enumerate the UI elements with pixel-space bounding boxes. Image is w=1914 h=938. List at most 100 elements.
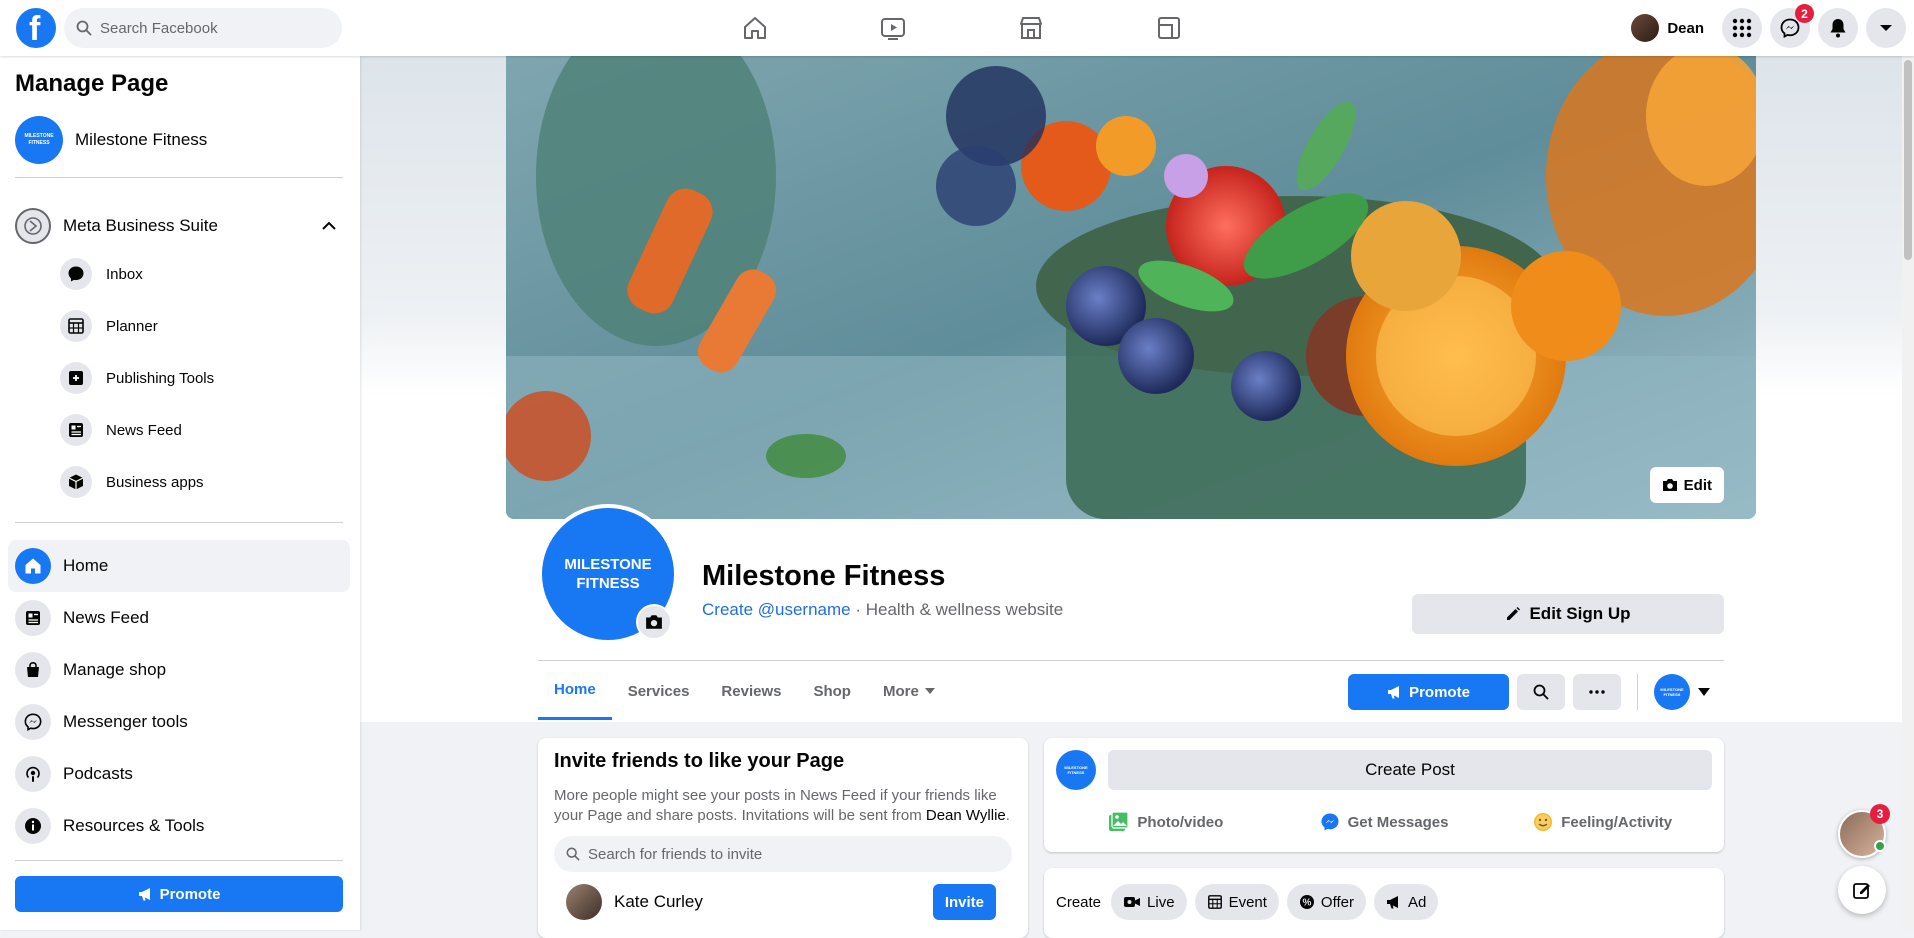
friend-search-placeholder: Search for friends to invite bbox=[588, 845, 763, 863]
sidebar-item-planner[interactable]: Planner bbox=[60, 304, 345, 348]
create-live-button[interactable]: Live bbox=[1111, 884, 1187, 920]
page-subtitle: Create @username · Health & wellness web… bbox=[702, 600, 1063, 620]
business-suite-icon bbox=[15, 208, 51, 244]
grid-menu-icon bbox=[1732, 18, 1752, 38]
sidebar-item-news-feed[interactable]: News Feed bbox=[60, 408, 345, 452]
tab-more[interactable]: More bbox=[867, 662, 951, 720]
invite-button[interactable]: Invite bbox=[932, 884, 996, 920]
nav-home[interactable] bbox=[686, 0, 824, 56]
sidebar-item-label: Publishing Tools bbox=[106, 369, 215, 387]
account-menu-button[interactable] bbox=[1866, 8, 1906, 48]
page-search-button[interactable] bbox=[1517, 674, 1565, 710]
sidebar-item-resources-tools[interactable]: Resources & Tools bbox=[8, 800, 350, 852]
podcast-icon bbox=[15, 756, 51, 792]
news-feed-icon bbox=[60, 414, 92, 446]
online-status-indicator bbox=[1874, 840, 1886, 852]
sidebar-promote-button[interactable]: Promote bbox=[15, 876, 343, 912]
invite-description: More people might see your posts in News… bbox=[554, 786, 1016, 826]
chip-label: Offer bbox=[1320, 893, 1354, 911]
nav-gaming[interactable] bbox=[1100, 0, 1238, 56]
megaphone-icon bbox=[138, 888, 150, 901]
new-message-button[interactable] bbox=[1838, 866, 1886, 914]
business-suite-toggle[interactable]: Meta Business Suite bbox=[15, 202, 345, 250]
menu-button[interactable] bbox=[1722, 8, 1762, 48]
sidebar-item-business-apps[interactable]: Business apps bbox=[60, 460, 345, 504]
update-profile-picture-button[interactable] bbox=[636, 604, 672, 640]
promote-label: Promote bbox=[1409, 683, 1470, 701]
sidebar-item-messenger-tools[interactable]: Messenger tools bbox=[8, 696, 350, 748]
page-title: Milestone Fitness bbox=[702, 560, 946, 592]
scrollbar-thumb[interactable] bbox=[1904, 60, 1912, 260]
create-offer-button[interactable]: % Offer bbox=[1286, 884, 1366, 920]
tab-shop[interactable]: Shop bbox=[797, 662, 867, 720]
messenger-badge: 2 bbox=[1795, 4, 1814, 23]
action-label: Photo/video bbox=[1137, 813, 1224, 831]
feeling-activity-button[interactable]: Feeling/Activity bbox=[1493, 802, 1712, 842]
cube-icon bbox=[60, 466, 92, 498]
sidebar-item-podcasts[interactable]: Podcasts bbox=[8, 748, 350, 800]
manage-page-sidebar: Manage Page MILESTONE FITNESS Milestone … bbox=[0, 56, 360, 930]
page-main: Edit MILESTONE FITNESS Milestone Fitness… bbox=[360, 56, 1902, 938]
friend-search-input[interactable]: Search for friends to invite bbox=[554, 836, 1012, 872]
sidebar-item-publishing-tools[interactable]: Publishing Tools bbox=[60, 356, 345, 400]
sidebar-page-name: Milestone Fitness bbox=[75, 130, 208, 149]
switch-profile-button[interactable]: MILESTONE FITNESS bbox=[1654, 674, 1710, 710]
nav-watch[interactable] bbox=[824, 0, 962, 56]
photo-icon bbox=[1109, 811, 1130, 831]
profile-shortcut[interactable]: Dean bbox=[1627, 10, 1714, 46]
sidebar-item-manage-shop[interactable]: Manage shop bbox=[8, 644, 350, 696]
edit-sign-up-label: Edit Sign Up bbox=[1529, 604, 1631, 623]
sidebar-item-home[interactable]: Home bbox=[8, 540, 350, 592]
messenger-icon bbox=[1780, 18, 1800, 38]
profile-name: Dean bbox=[1667, 19, 1704, 37]
tab-label: More bbox=[882, 682, 919, 700]
cover-photo[interactable]: Edit bbox=[506, 56, 1756, 519]
shopping-bag-icon bbox=[15, 652, 51, 688]
tab-services[interactable]: Services bbox=[612, 662, 706, 720]
sidebar-item-label: Business apps bbox=[106, 473, 204, 491]
friend-name: Kate Curley bbox=[614, 892, 703, 911]
sidebar-item-label: Messenger tools bbox=[63, 712, 188, 731]
publishing-tools-icon bbox=[60, 362, 92, 394]
create-post-button[interactable]: Create Post bbox=[1108, 750, 1712, 790]
news-feed-icon bbox=[15, 600, 51, 636]
search-input[interactable]: Search Facebook bbox=[64, 8, 342, 48]
get-messages-button[interactable]: Get Messages bbox=[1275, 802, 1494, 842]
sidebar-item-news-feed[interactable]: News Feed bbox=[8, 592, 350, 644]
create-event-button[interactable]: Event bbox=[1194, 884, 1279, 920]
tab-home[interactable]: Home bbox=[538, 662, 612, 720]
promote-label: Promote bbox=[159, 885, 221, 903]
edit-sign-up-button[interactable]: Edit Sign Up bbox=[1412, 594, 1724, 634]
gaming-icon bbox=[1158, 17, 1180, 39]
photo-video-button[interactable]: Photo/video bbox=[1056, 802, 1275, 842]
sidebar-item-label: Inbox bbox=[106, 265, 143, 283]
edit-cover-button[interactable]: Edit bbox=[1649, 467, 1724, 503]
sidebar-divider bbox=[15, 860, 343, 861]
caret-down-icon bbox=[1880, 25, 1892, 31]
more-options-button[interactable] bbox=[1573, 674, 1621, 710]
create-card: Create Live Event % Offer Ad bbox=[1044, 868, 1724, 938]
info-icon bbox=[15, 808, 51, 844]
sidebar-item-inbox[interactable]: Inbox bbox=[60, 252, 345, 296]
chevron-up-icon bbox=[322, 221, 336, 230]
create-ad-button[interactable]: Ad bbox=[1374, 884, 1439, 920]
tab-label: Services bbox=[627, 682, 690, 700]
chip-label: Ad bbox=[1408, 893, 1427, 911]
page-avatar: MILESTONE FITNESS bbox=[15, 116, 63, 164]
tab-reviews[interactable]: Reviews bbox=[705, 662, 797, 720]
promote-button[interactable]: Promote bbox=[1348, 674, 1509, 710]
cover-image bbox=[506, 56, 1756, 519]
calendar-icon bbox=[60, 310, 92, 342]
camera-icon bbox=[646, 615, 662, 629]
sidebar-page-link[interactable]: MILESTONE FITNESS Milestone Fitness bbox=[15, 116, 207, 164]
list-item: Kate Curley Invite bbox=[566, 882, 996, 922]
messenger-button[interactable]: 2 bbox=[1770, 4, 1814, 48]
chip-label: Event bbox=[1228, 893, 1267, 911]
facebook-logo-icon[interactable]: f bbox=[16, 8, 56, 48]
notifications-button[interactable] bbox=[1818, 8, 1858, 48]
action-label: Get Messages bbox=[1347, 813, 1449, 831]
page-avatar: MILESTONE FITNESS bbox=[1654, 674, 1690, 710]
nav-marketplace[interactable] bbox=[962, 0, 1100, 56]
create-username-link[interactable]: Create @username bbox=[702, 600, 851, 619]
chat-unread-badge: 3 bbox=[1870, 804, 1890, 824]
